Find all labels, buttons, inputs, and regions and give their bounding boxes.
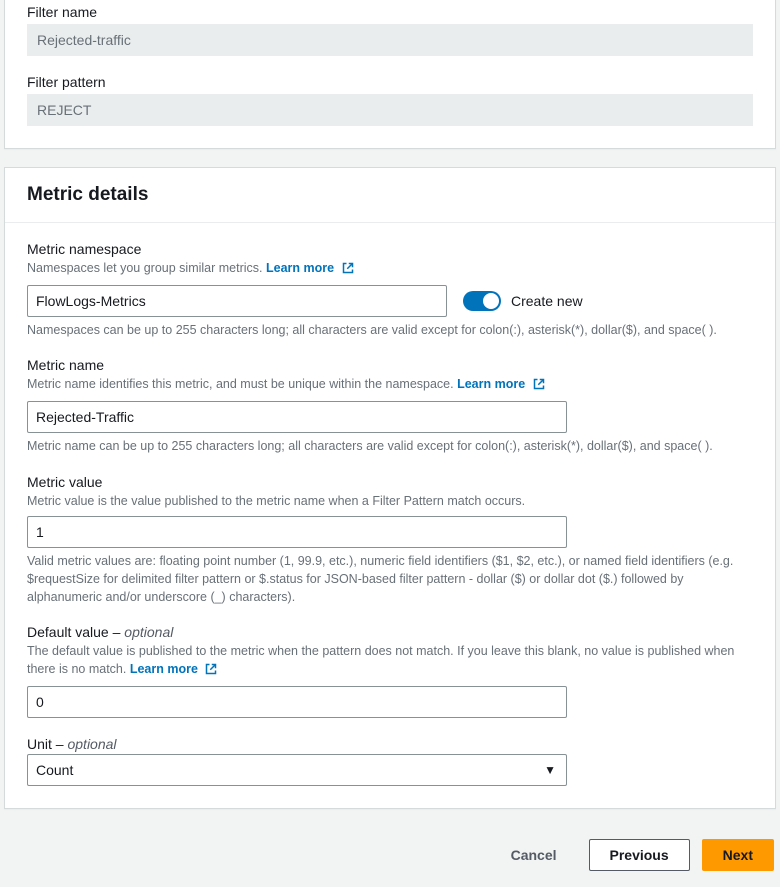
metric-namespace-helper-bottom: Namespaces can be up to 255 characters l… (27, 321, 753, 339)
wizard-footer: Cancel Previous Next (0, 827, 780, 887)
next-button[interactable]: Next (702, 839, 774, 871)
default-value-learn-more-link[interactable]: Learn more (130, 662, 218, 676)
metric-value-field: Metric value Metric value is the value p… (27, 474, 753, 607)
metric-name-helper-top: Metric name identifies this metric, and … (27, 375, 753, 395)
default-value-helper-top: The default value is published to the me… (27, 642, 753, 680)
external-link-icon (342, 261, 354, 279)
cancel-button[interactable]: Cancel (491, 839, 577, 871)
metric-name-helper-bottom: Metric name can be up to 255 characters … (27, 437, 753, 455)
default-value-input[interactable] (27, 686, 567, 718)
previous-button[interactable]: Previous (589, 839, 690, 871)
unit-field: Unit – optional Count ▼ (27, 736, 753, 786)
default-value-label: Default value – optional (27, 624, 753, 640)
unit-select-value: Count (36, 762, 73, 778)
metric-value-helper-bottom: Valid metric values are: floating point … (27, 552, 753, 606)
metric-details-title: Metric details (27, 184, 753, 206)
metric-details-card: Metric details Metric namespace Namespac… (4, 167, 776, 809)
default-value-field: Default value – optional The default val… (27, 624, 753, 718)
metric-details-header: Metric details (5, 168, 775, 223)
metric-namespace-label: Metric namespace (27, 241, 753, 257)
external-link-icon (205, 662, 217, 680)
filter-pattern-label: Filter pattern (27, 74, 753, 90)
filter-name-field: Filter name Rejected-traffic (27, 4, 753, 56)
metric-name-field: Metric name Metric name identifies this … (27, 357, 753, 455)
external-link-icon (533, 377, 545, 395)
filter-pattern-value: REJECT (27, 94, 753, 126)
metric-namespace-helper-top: Namespaces let you group similar metrics… (27, 259, 753, 279)
metric-namespace-input[interactable] (27, 285, 447, 317)
create-new-label: Create new (511, 293, 583, 309)
metric-name-label: Metric name (27, 357, 753, 373)
filter-card: Filter name Rejected-traffic Filter patt… (4, 0, 776, 149)
create-new-toggle[interactable] (463, 291, 501, 311)
filter-name-label: Filter name (27, 4, 753, 20)
unit-select[interactable]: Count ▼ (27, 754, 567, 786)
metric-value-input[interactable] (27, 516, 567, 548)
metric-value-helper-top: Metric value is the value published to t… (27, 492, 753, 510)
metric-name-learn-more-link[interactable]: Learn more (457, 377, 545, 391)
metric-value-label: Metric value (27, 474, 753, 490)
metric-namespace-field: Metric namespace Namespaces let you grou… (27, 241, 753, 339)
metric-namespace-learn-more-link[interactable]: Learn more (266, 261, 354, 275)
metric-name-input[interactable] (27, 401, 567, 433)
unit-label: Unit – optional (27, 736, 753, 752)
chevron-down-icon: ▼ (544, 763, 556, 777)
filter-name-value: Rejected-traffic (27, 24, 753, 56)
filter-pattern-field: Filter pattern REJECT (27, 74, 753, 126)
